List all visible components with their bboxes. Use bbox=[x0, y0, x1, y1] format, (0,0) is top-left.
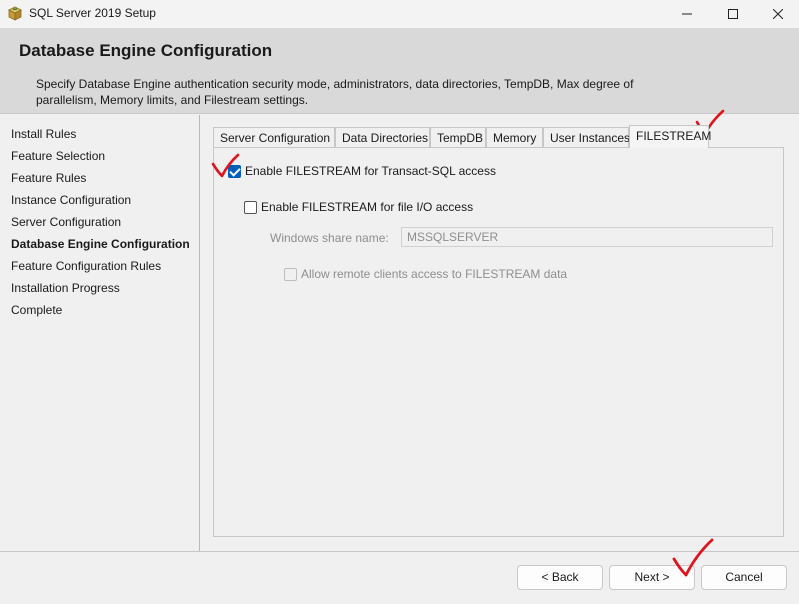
remote-access-label[interactable]: Allow remote clients access to FILESTREA… bbox=[301, 267, 567, 281]
cancel-button[interactable]: Cancel bbox=[701, 565, 787, 590]
tab-data-directories[interactable]: Data Directories bbox=[335, 127, 430, 148]
sidebar-item-server-configuration[interactable]: Server Configuration bbox=[11, 215, 121, 229]
maximize-icon bbox=[728, 9, 738, 19]
remote-access-checkbox[interactable] bbox=[284, 268, 297, 281]
tab-memory[interactable]: Memory bbox=[486, 127, 543, 148]
tab-filestream[interactable]: FILESTREAM bbox=[629, 125, 711, 148]
sidebar-item-instance-configuration[interactable]: Instance Configuration bbox=[11, 193, 131, 207]
title-bar: SQL Server 2019 Setup bbox=[0, 0, 799, 28]
sidebar-item-feature-rules[interactable]: Feature Rules bbox=[11, 171, 86, 185]
tsql-access-label[interactable]: Enable FILESTREAM for Transact-SQL acces… bbox=[245, 164, 496, 178]
minimize-icon bbox=[682, 13, 692, 15]
minimize-button[interactable] bbox=[664, 0, 710, 28]
next-button[interactable]: Next > bbox=[609, 565, 695, 590]
maximize-button[interactable] bbox=[710, 0, 756, 28]
footer-divider bbox=[0, 551, 799, 552]
share-name-label: Windows share name: bbox=[270, 231, 389, 245]
sql-setup-box-icon bbox=[8, 6, 22, 21]
sidebar-item-feature-configuration-rules[interactable]: Feature Configuration Rules bbox=[11, 259, 161, 273]
window-title: SQL Server 2019 Setup bbox=[29, 6, 156, 20]
share-name-input[interactable]: MSSQLSERVER bbox=[401, 227, 773, 247]
file-io-access-checkbox[interactable] bbox=[244, 201, 257, 214]
tab-user-instances[interactable]: User Instances bbox=[543, 127, 630, 148]
sidebar-item-installation-progress[interactable]: Installation Progress bbox=[11, 281, 120, 295]
tab-tempdb[interactable]: TempDB bbox=[430, 127, 486, 148]
setup-steps-sidebar: Install Rules Feature Selection Feature … bbox=[0, 115, 200, 551]
sidebar-item-complete[interactable]: Complete bbox=[11, 303, 62, 317]
sidebar-item-database-engine-configuration[interactable]: Database Engine Configuration bbox=[11, 237, 190, 251]
file-io-access-label[interactable]: Enable FILESTREAM for file I/O access bbox=[261, 200, 473, 214]
sidebar-item-feature-selection[interactable]: Feature Selection bbox=[11, 149, 105, 163]
back-button[interactable]: < Back bbox=[517, 565, 603, 590]
close-icon bbox=[773, 9, 783, 19]
page-header: Database Engine Configuration Specify Da… bbox=[0, 28, 799, 114]
page-description: Specify Database Engine authentication s… bbox=[36, 77, 634, 107]
tsql-access-checkbox[interactable] bbox=[228, 165, 241, 178]
close-button[interactable] bbox=[755, 0, 799, 28]
tab-server-configuration[interactable]: Server Configuration bbox=[213, 127, 335, 148]
sidebar-item-install-rules[interactable]: Install Rules bbox=[11, 127, 76, 141]
page-title: Database Engine Configuration bbox=[19, 41, 273, 60]
